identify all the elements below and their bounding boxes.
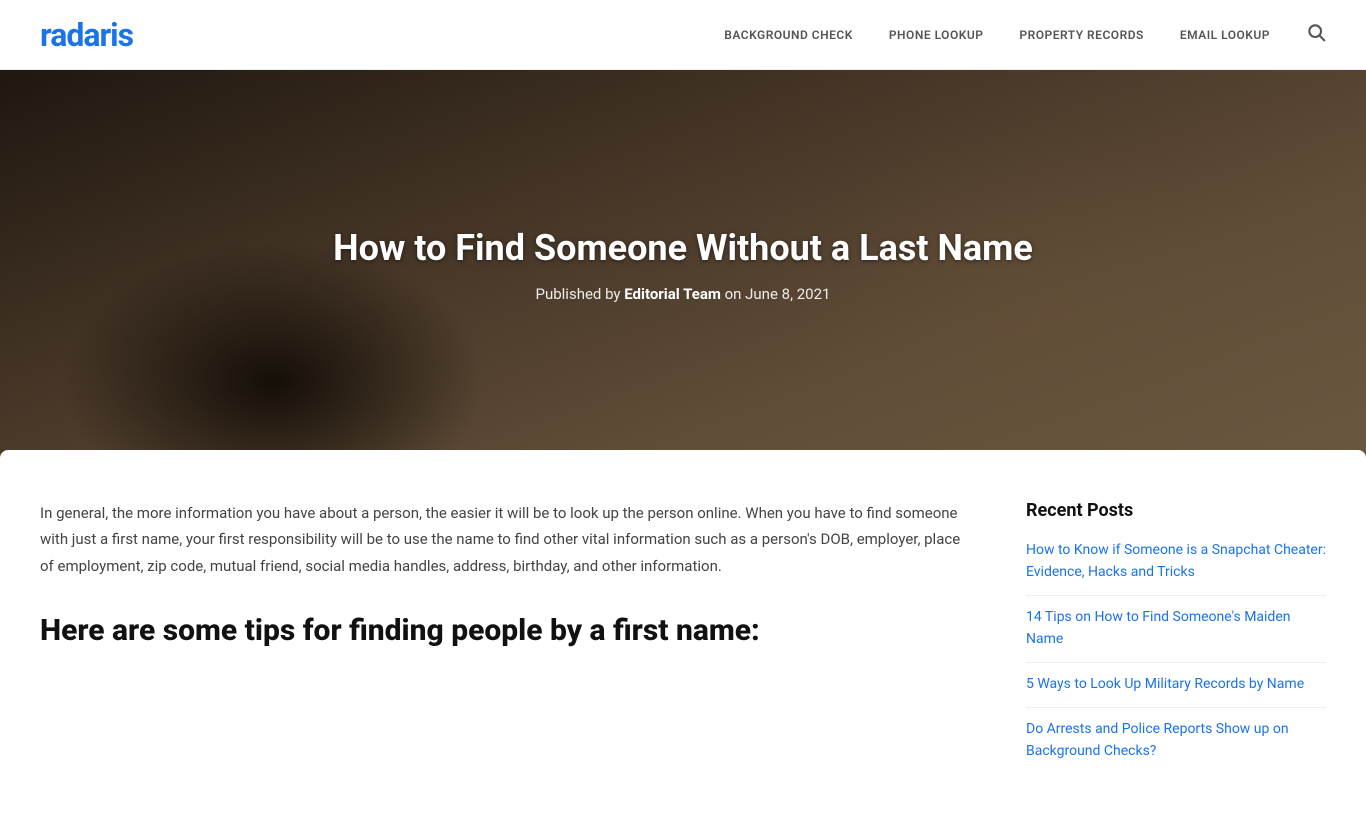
post-link-1[interactable]: How to Know if Someone is a Snapchat Che… — [1026, 542, 1326, 580]
main-wrapper: In general, the more information you hav… — [0, 450, 1366, 814]
article-intro: In general, the more information you hav… — [40, 500, 966, 579]
article-body: In general, the more information you hav… — [40, 500, 1026, 774]
site-header: radaris BACKGROUND CHECK PHONE LOOKUP PR… — [0, 0, 1366, 70]
article-meta: Published by Editorial Team on June 8, 2… — [333, 285, 1033, 303]
post-link-4[interactable]: Do Arrests and Police Reports Show up on… — [1026, 721, 1289, 759]
sidebar: Recent Posts How to Know if Someone is a… — [1026, 500, 1326, 774]
nav-background-check[interactable]: BACKGROUND CHECK — [724, 28, 853, 42]
hero-section: How to Find Someone Without a Last Name … — [0, 70, 1366, 460]
main-nav: BACKGROUND CHECK PHONE LOOKUP PROPERTY R… — [724, 22, 1326, 47]
search-icon[interactable] — [1306, 22, 1326, 47]
sidebar-divider — [1026, 662, 1326, 663]
published-suffix: on June 8, 2021 — [721, 285, 831, 303]
list-item: How to Know if Someone is a Snapchat Che… — [1026, 539, 1326, 583]
article-subheading: Here are some tips for finding people by… — [40, 611, 966, 650]
published-prefix: Published by — [536, 285, 625, 303]
sidebar-divider — [1026, 707, 1326, 708]
nav-property-records[interactable]: PROPERTY RECORDS — [1019, 28, 1143, 42]
site-logo[interactable]: radaris — [40, 16, 133, 54]
article-title: How to Find Someone Without a Last Name — [333, 227, 1033, 269]
author-name: Editorial Team — [624, 285, 721, 303]
nav-email-lookup[interactable]: EMAIL LOOKUP — [1180, 28, 1270, 42]
recent-posts-list: How to Know if Someone is a Snapchat Che… — [1026, 539, 1326, 762]
post-link-2[interactable]: 14 Tips on How to Find Someone's Maiden … — [1026, 609, 1290, 647]
post-link-3[interactable]: 5 Ways to Look Up Military Records by Na… — [1026, 676, 1304, 692]
list-item: 5 Ways to Look Up Military Records by Na… — [1026, 673, 1326, 695]
sidebar-divider — [1026, 595, 1326, 596]
list-item: 14 Tips on How to Find Someone's Maiden … — [1026, 606, 1326, 650]
hero-content: How to Find Someone Without a Last Name … — [313, 227, 1053, 303]
list-item: Do Arrests and Police Reports Show up on… — [1026, 718, 1326, 762]
sidebar-title: Recent Posts — [1026, 500, 1326, 521]
nav-phone-lookup[interactable]: PHONE LOOKUP — [889, 28, 984, 42]
